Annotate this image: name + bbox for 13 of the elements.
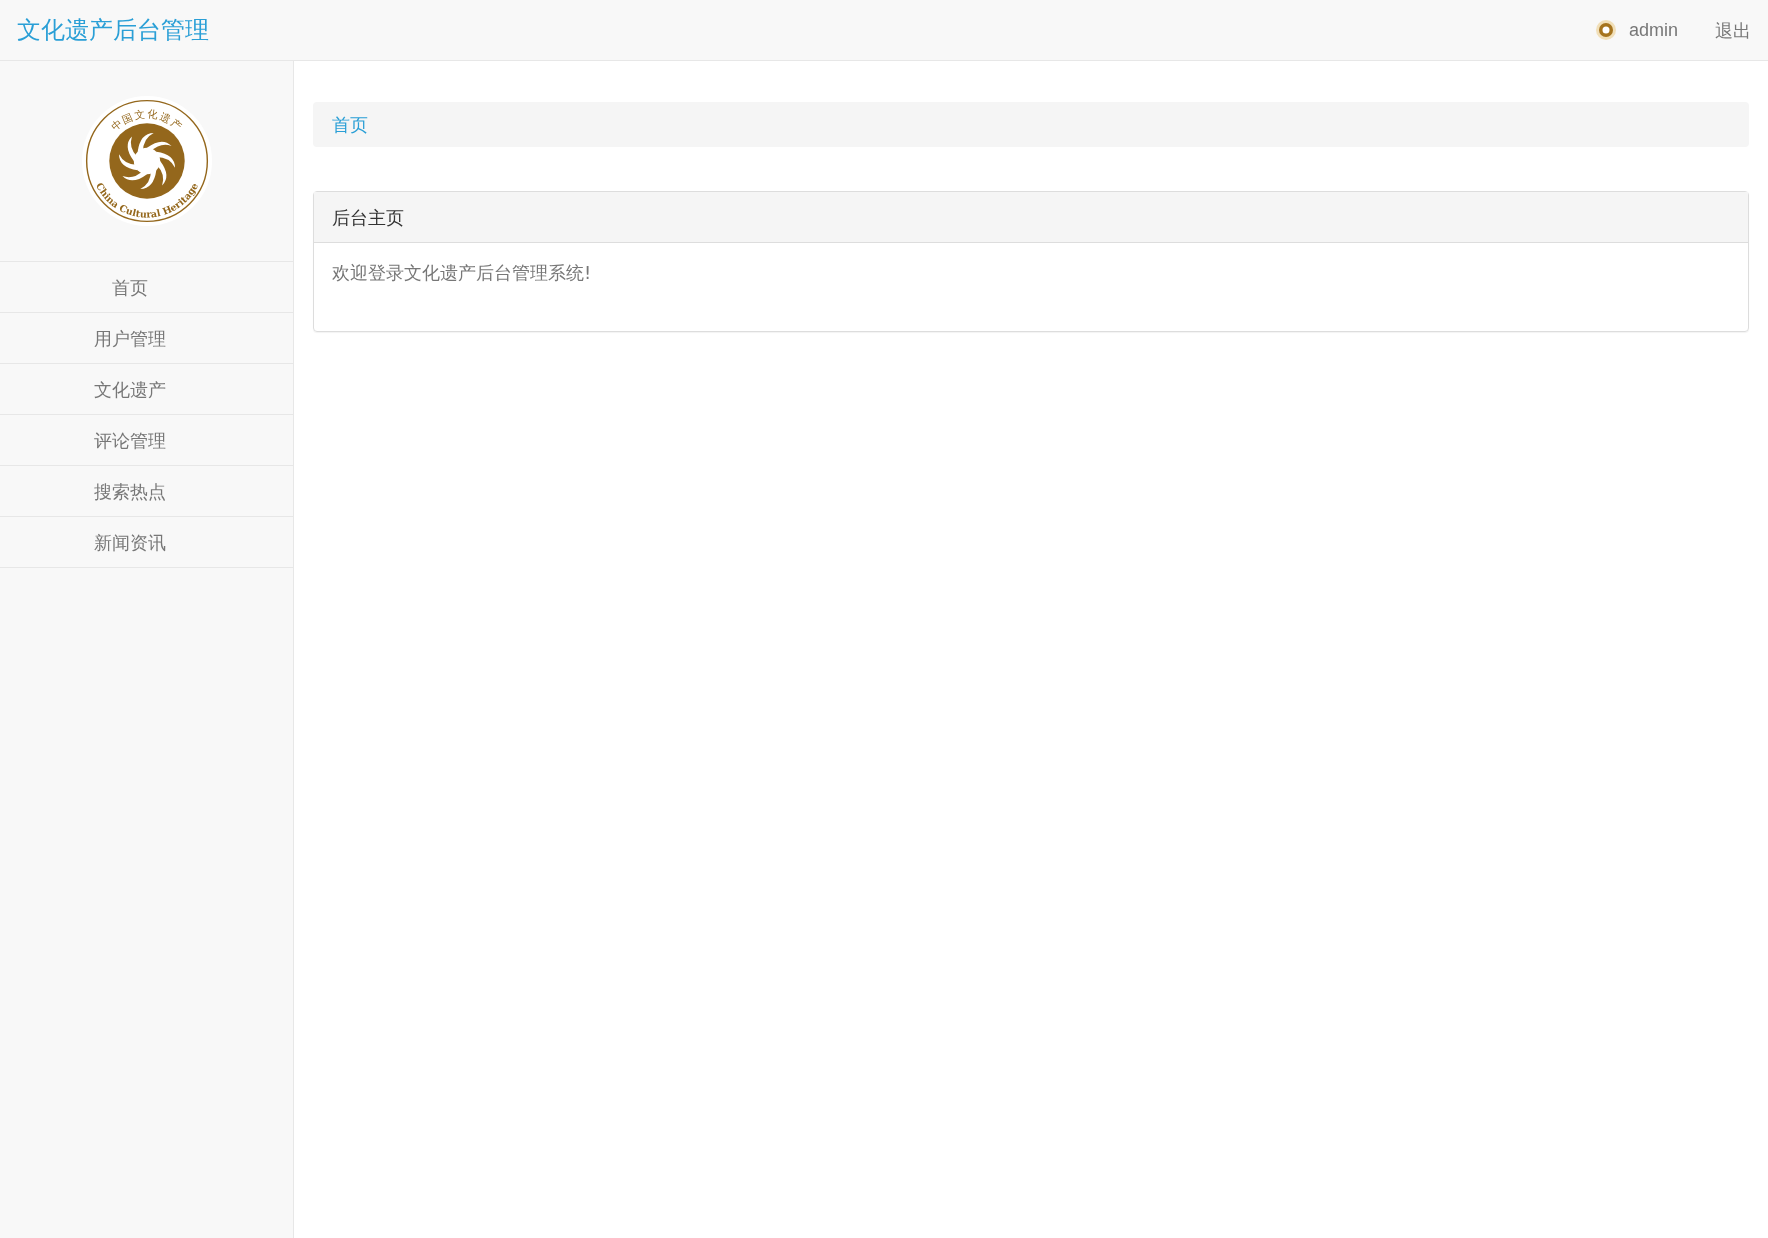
site-title[interactable]: 文化遗产后台管理 xyxy=(17,12,209,48)
sidebar-menu-item[interactable]: 搜索热点 xyxy=(0,466,293,517)
user-avatar-icon xyxy=(1594,19,1617,41)
logout-link[interactable]: 退出 xyxy=(1715,16,1751,44)
sidebar-menu-item[interactable]: 文化遗产 xyxy=(0,364,293,415)
sidebar-menu-item[interactable]: 首页 xyxy=(0,262,293,313)
username-link[interactable]: admin xyxy=(1628,16,1678,44)
sidebar-menu-item[interactable]: 新闻资讯 xyxy=(0,517,293,568)
panel-title: 后台主页 xyxy=(332,205,404,230)
welcome-message: 欢迎登录文化遗产后台管理系统! xyxy=(332,261,593,285)
sidebar-menu-item[interactable]: 评论管理 xyxy=(0,415,293,466)
breadcrumb-link[interactable]: 首页 xyxy=(332,111,368,138)
sidebar-menu-item[interactable]: 用户管理 xyxy=(0,313,293,364)
